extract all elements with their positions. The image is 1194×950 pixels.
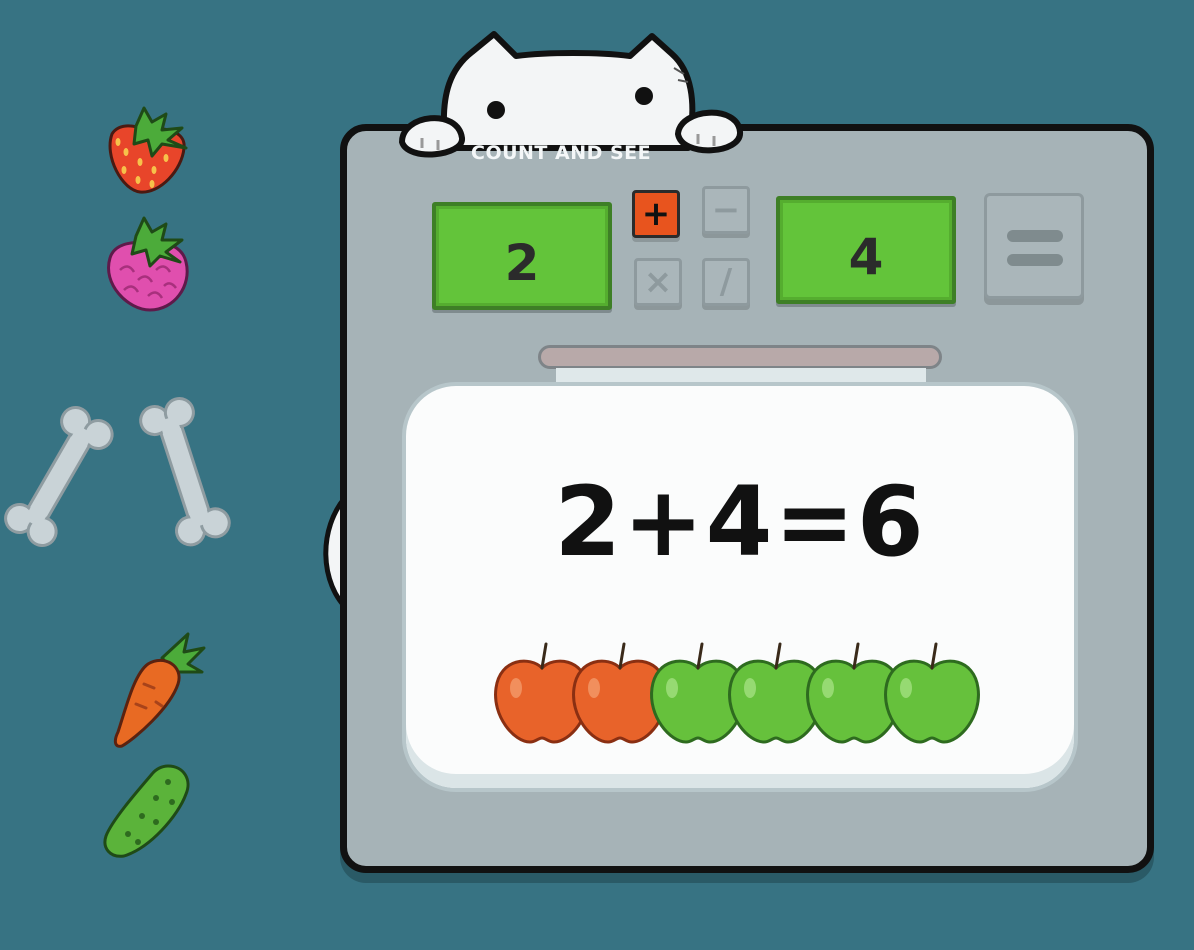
equals-icon [1007, 230, 1063, 242]
bone-icon [4, 406, 114, 547]
minus-operator-button[interactable]: − [702, 186, 750, 234]
carrot-icon [113, 632, 206, 748]
raspberry-item[interactable] [98, 214, 198, 312]
first-operand-value: 2 [504, 234, 540, 292]
carrot-item[interactable] [108, 628, 208, 752]
pickle-icon [103, 764, 190, 858]
green-apple-icon [880, 638, 984, 752]
raspberry-icon [107, 216, 189, 312]
calculator-machine: COUNT AND SEE 2 + − × / 4 2+4=6 [300, 30, 1160, 910]
game-title: COUNT AND SEE [471, 142, 652, 164]
multiply-operator-button[interactable]: × [634, 258, 682, 306]
first-operand-display[interactable]: 2 [432, 202, 612, 310]
equation-equals: = [774, 466, 857, 578]
second-operand-display[interactable]: 4 [776, 196, 956, 304]
equation-left: 2 [554, 466, 624, 578]
divide-operator-button[interactable]: / [702, 258, 750, 306]
equals-button[interactable] [984, 193, 1084, 299]
plus-operator-button[interactable]: + [632, 190, 680, 238]
strawberry-icon [108, 106, 188, 194]
pickle-item[interactable] [100, 760, 196, 860]
equation-right: 4 [705, 466, 775, 578]
equation-result: 6 [856, 466, 926, 578]
bone-icon [139, 397, 231, 547]
strawberry-item[interactable] [96, 104, 196, 196]
equation-operator: + [623, 466, 706, 578]
second-operand-value: 4 [848, 228, 884, 286]
equation-text: 2+4=6 [300, 466, 1180, 578]
jar-lid [538, 345, 942, 369]
bone-item-2[interactable] [134, 390, 234, 554]
bone-item-1[interactable] [0, 398, 116, 554]
